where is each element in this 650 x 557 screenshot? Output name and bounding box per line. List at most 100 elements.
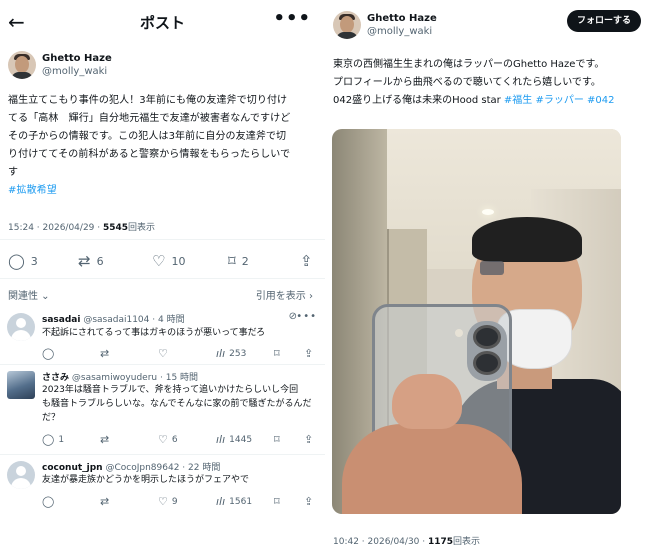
like-button[interactable]: ♡ 10	[152, 252, 185, 270]
reply-text: 2023年は騒音トラブルで、斧を持って追いかけたらしいし今回 も騒音トラブルらし…	[42, 383, 315, 425]
reply-more-icon[interactable]: •••	[296, 311, 317, 322]
reply-author-handle[interactable]: @sasadai1104	[83, 315, 149, 325]
retweet-button[interactable]: ⇄ 6	[78, 252, 104, 270]
post-hashtag[interactable]: #拡散希望	[8, 182, 317, 200]
heart-icon: ♡	[158, 347, 168, 360]
bookmark-button[interactable]: ⌑ 2	[228, 252, 249, 270]
author-handle[interactable]: @molly_waki	[42, 65, 112, 78]
reply-text: 友達が暴走族かどうかを明示したほうがフェアやで	[42, 473, 315, 487]
reply-author-handle[interactable]: @CocoJpn89642	[105, 463, 179, 473]
post-timestamp[interactable]: 10:42 · 2026/04/30 ·	[333, 537, 428, 547]
views-icon: ılı	[216, 495, 226, 508]
reply-reply-button[interactable]: ◯ 1	[42, 433, 64, 446]
reply-views-button[interactable]: ılı 1561	[216, 495, 252, 508]
follow-button[interactable]: フォローする	[566, 10, 641, 32]
post-timestamp[interactable]: 15:24 · 2026/04/29 ·	[8, 223, 103, 233]
reply-like-button[interactable]: ♡ 9	[158, 495, 178, 508]
author-display-name[interactable]: Ghetto Haze	[42, 52, 112, 65]
heart-icon: ♡	[158, 495, 168, 508]
reply-retweet-button[interactable]: ⇄	[100, 347, 109, 360]
reply-item[interactable]: ささみ @sasamiwoyuderu · 15 時間 2023年は騒音トラブル…	[0, 365, 325, 455]
retweet-icon: ⇄	[100, 495, 110, 508]
reply-share-button[interactable]: ⇪	[304, 495, 313, 508]
reply-like-button[interactable]: ♡ 6	[158, 433, 178, 446]
reply-views-count: 1561	[229, 496, 253, 507]
post-line: り付けててその前科があると警察から情報をもらったらしいで	[8, 149, 291, 160]
share-icon: ⇪	[300, 252, 313, 270]
post-photo[interactable]	[332, 129, 621, 514]
reply-like-count: 6	[171, 434, 178, 445]
post-author[interactable]: Ghetto Haze @molly_waki フォローする	[327, 0, 650, 50]
reply-author-name[interactable]: coconut_jpn	[42, 463, 103, 473]
retweet-icon: ⇄	[100, 347, 110, 360]
post-line: プロフィールから曲飛べるので聴いてくれたら嬉しいです。	[333, 77, 601, 88]
view-quotes-link[interactable]: 引用を表示 ›	[256, 287, 313, 302]
reply-bookmark-button[interactable]: ⌑	[274, 433, 280, 446]
reply-icon: ◯	[42, 433, 55, 446]
reply-button[interactable]: ◯ 3	[8, 252, 38, 270]
reply-share-button[interactable]: ⇪	[304, 347, 313, 360]
reply-time: · 4 時間	[152, 315, 185, 325]
share-icon: ⇪	[304, 433, 314, 446]
reply-views-count: 1445	[229, 434, 253, 445]
post-action-bar: ◯ 3 ⇄ 6 ♡ 10 ⌑ 2 ⇪	[0, 239, 325, 279]
post-view-label: 回表示	[128, 223, 156, 233]
post-hashtags[interactable]: #福生 #ラッパー	[504, 95, 584, 106]
post-line: す	[8, 167, 19, 178]
share-icon: ⇪	[304, 347, 314, 360]
reply-item[interactable]: sasadai @sasadai1104 · 4 時間 ⊘ ••• 不起訴にされ…	[0, 307, 325, 365]
post-view-count: 1175	[427, 537, 454, 547]
reply-reply-count: 1	[58, 434, 65, 445]
post-author[interactable]: Ghetto Haze @molly_waki	[0, 46, 325, 92]
reply-avatar[interactable]	[7, 371, 35, 399]
reply-item[interactable]: coconut_jpn @CocoJpn89642 · 22 時間 友達が暴走族…	[0, 455, 325, 525]
post-line: その子からの情報です。この犯人は3年前に自分の友達斧で切	[8, 131, 287, 142]
reply-retweet-button[interactable]: ⇄	[100, 433, 109, 446]
views-icon: ılı	[216, 433, 226, 446]
retweet-count: 6	[96, 254, 104, 268]
author-avatar[interactable]	[333, 11, 361, 39]
reply-line: 2023年は騒音トラブルで、斧を持って追いかけたらしいし今回	[42, 385, 299, 395]
post-body: 東京の西側福生生まれの俺はラッパーのGhetto Hazeです。 プロフィールか…	[327, 56, 650, 110]
sort-relevance-dropdown[interactable]: 関連性 ⌄	[8, 287, 50, 302]
post-meta: 15:24 · 2026/04/29 · 5545回表示	[0, 220, 325, 233]
reply-icon: ◯	[42, 495, 55, 508]
reply-actions: ◯ ⇄ ♡ 9 ılı 1561 ⌑ ⇪	[42, 495, 315, 509]
reply-views-button[interactable]: ılı 1445	[216, 433, 252, 446]
post-view-label: 回表示	[453, 537, 481, 547]
retweet-icon: ⇄	[100, 433, 110, 446]
reply-icon: ◯	[8, 252, 25, 270]
reply-bookmark-button[interactable]: ⌑	[274, 495, 280, 508]
post-line-text: 042盛り上げる俺は未来のHood star	[333, 95, 504, 106]
reply-retweet-button[interactable]: ⇄	[100, 495, 109, 508]
author-display-name[interactable]: Ghetto Haze	[367, 12, 437, 25]
reply-author-name[interactable]: ささみ	[42, 373, 69, 383]
top-bar: ← ポスト •••	[0, 0, 325, 46]
post-line: 東京の西側福生生まれの俺はラッパーのGhetto Hazeです。	[333, 59, 605, 70]
reply-bookmark-button[interactable]: ⌑	[274, 347, 280, 360]
reply-avatar[interactable]	[7, 461, 35, 489]
reply-avatar[interactable]	[7, 313, 35, 341]
reply-line: 不起訴にされてるって事はガキのほうが悪いって事だろ	[42, 328, 266, 338]
post-line: てる「高林 輝行」自分地元福生で友達が被害者なんですけど	[8, 113, 291, 124]
author-avatar[interactable]	[8, 51, 36, 79]
reply-share-button[interactable]: ⇪	[304, 433, 313, 446]
reply-author-name[interactable]: sasadai	[42, 315, 80, 325]
share-button[interactable]: ⇪	[300, 252, 313, 270]
heart-icon: ♡	[152, 252, 166, 270]
reply-like-button[interactable]: ♡	[158, 347, 168, 360]
like-count: 10	[171, 254, 186, 268]
reply-author-handle[interactable]: @sasamiwoyuderu	[72, 373, 157, 383]
reply-header: ささみ @sasamiwoyuderu · 15 時間	[42, 370, 198, 383]
reply-like-count: 9	[171, 496, 178, 507]
post-hashtag-042[interactable]: #042	[584, 95, 614, 106]
reply-reply-button[interactable]: ◯	[42, 347, 54, 360]
author-handle[interactable]: @molly_waki	[367, 25, 437, 38]
reply-reply-button[interactable]: ◯	[42, 495, 54, 508]
more-options-icon[interactable]: •••	[273, 8, 311, 29]
reply-views-button[interactable]: ılı 253	[216, 347, 246, 360]
reply-header: sasadai @sasadai1104 · 4 時間	[42, 312, 185, 325]
post-body: 福生立てこもり事件の犯人！3年前にも俺の友達斧で切り付け てる「高林 輝行」自分…	[0, 92, 325, 200]
reply-time: · 15 時間	[160, 373, 199, 383]
reply-actions: ◯ ⇄ ♡ ılı 253 ⌑ ⇪	[42, 347, 315, 361]
